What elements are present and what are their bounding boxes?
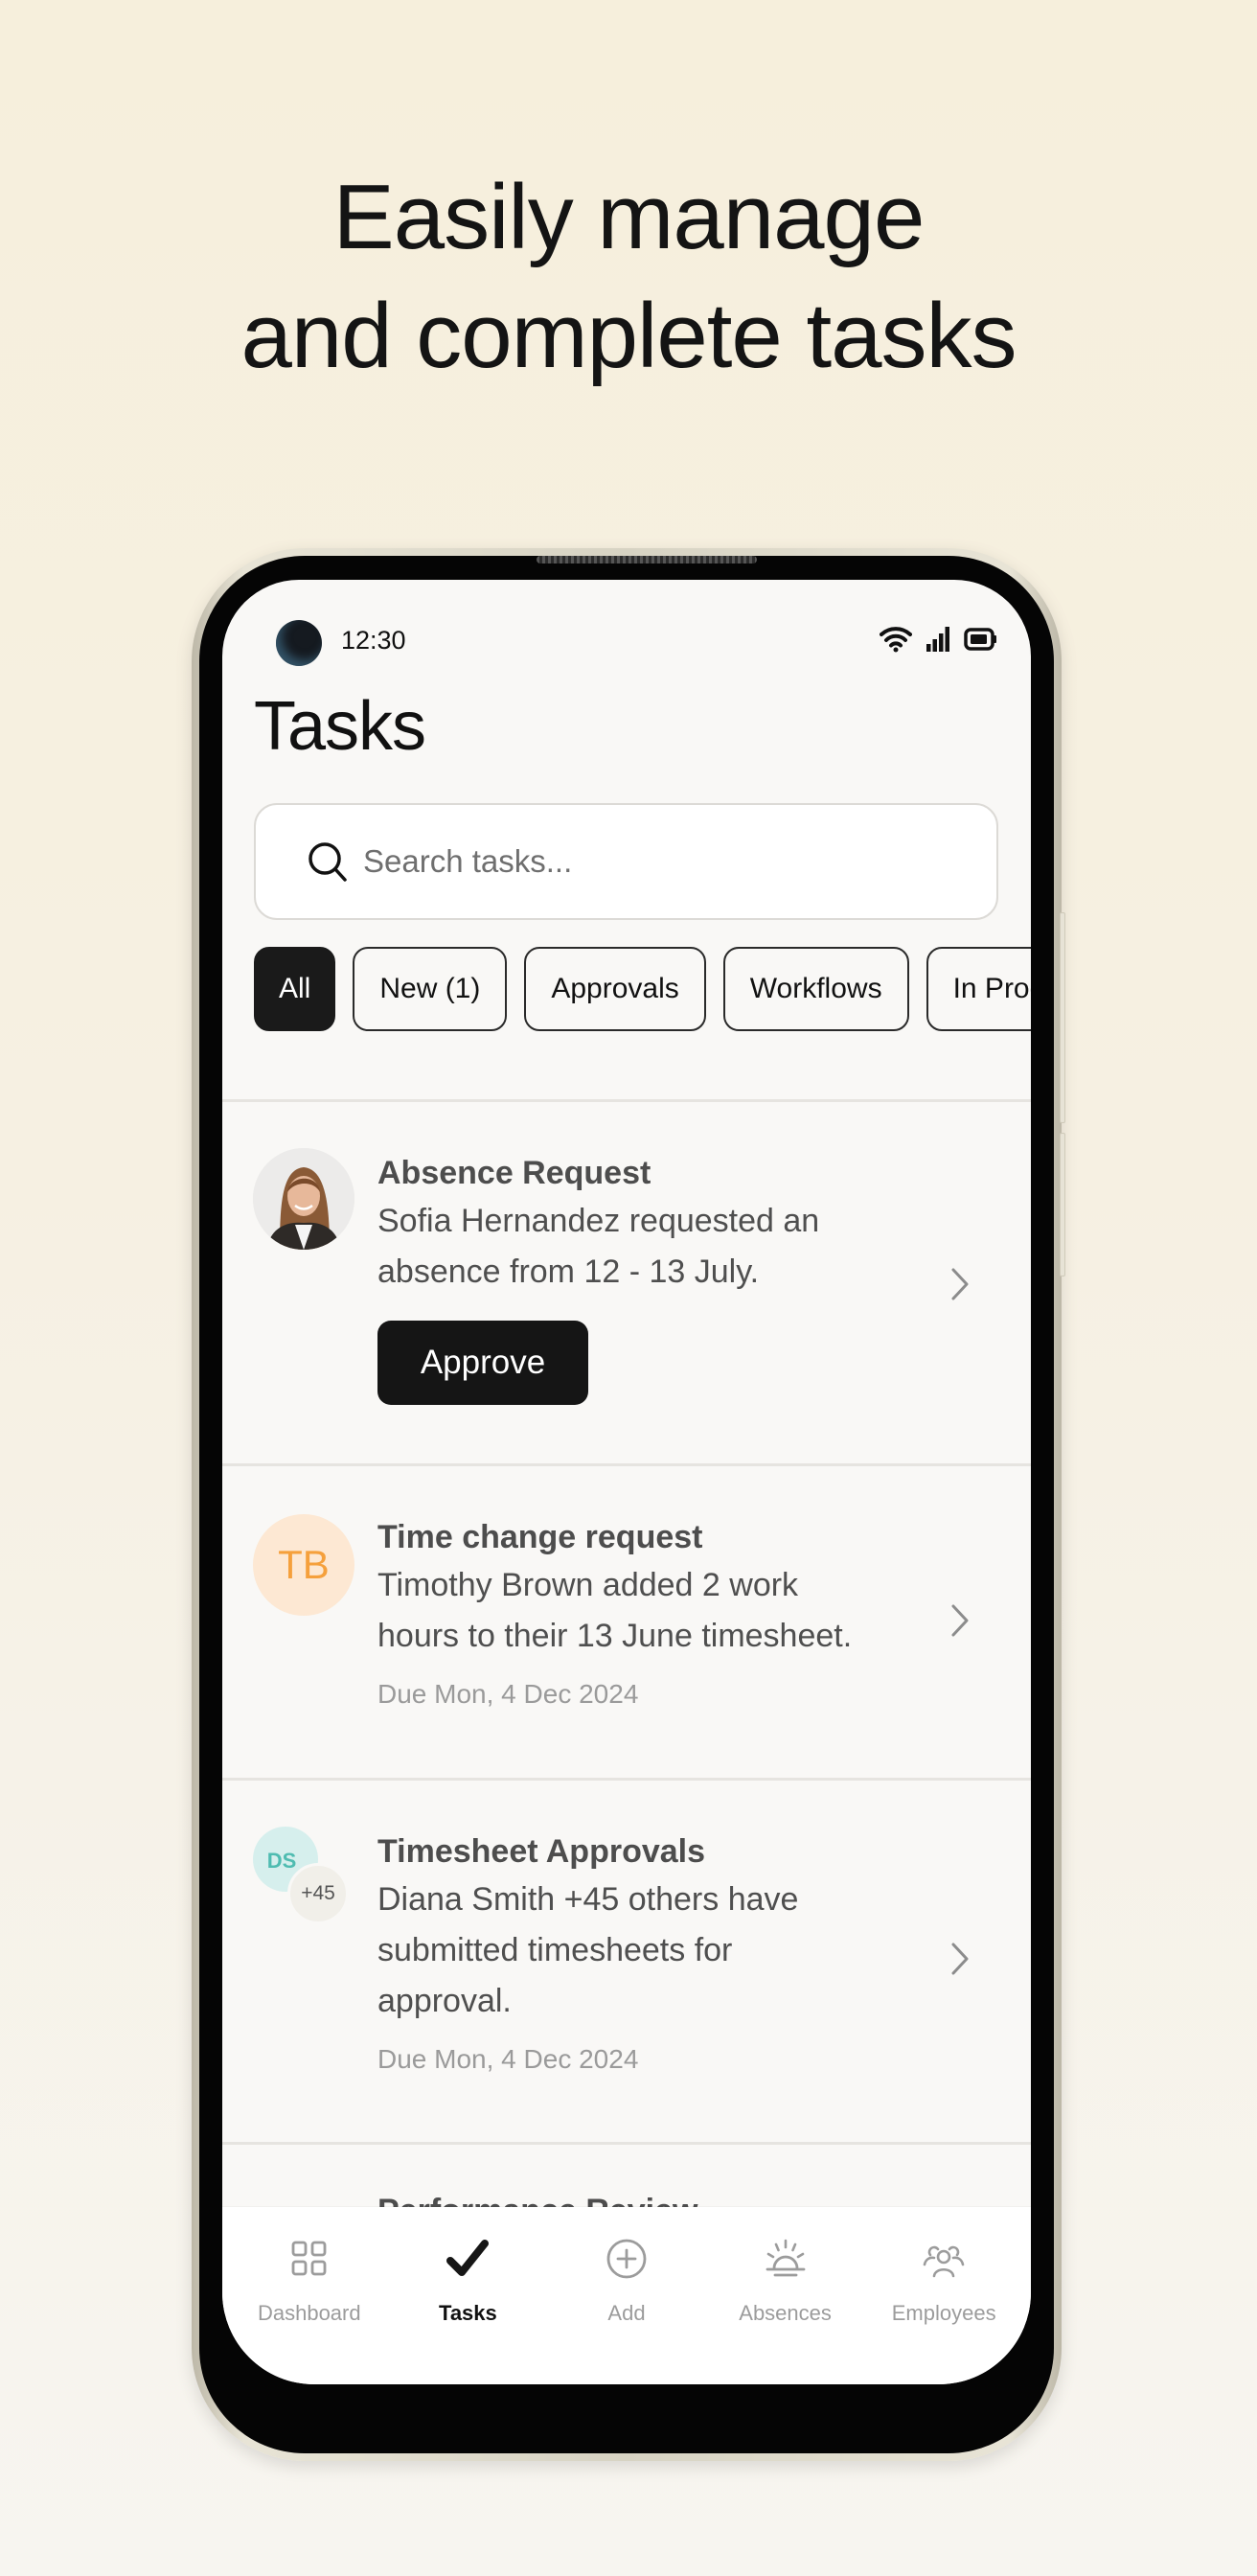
nav-label: Tasks <box>439 2301 497 2325</box>
sunrise-icon <box>766 2239 805 2277</box>
task-title: Timesheet Approvals <box>377 1833 706 1870</box>
task-description-line: Diana Smith +45 others have <box>377 1881 799 1918</box>
nav-item-employees[interactable]: Employees <box>864 2207 1023 2384</box>
task-description-line: Timothy Brown added 2 work <box>377 1567 799 1603</box>
filter-chip-workflows[interactable]: Workflows <box>722 947 909 1031</box>
task-description-line: Sofia Hernandez requested an <box>377 1203 820 1239</box>
nav-item-tasks[interactable]: Tasks <box>389 2207 548 2384</box>
status-time: 12:30 <box>341 626 406 655</box>
chevron-right-icon[interactable] <box>948 1265 971 1303</box>
status-icons <box>880 626 998 653</box>
headline-line-2: and complete tasks <box>240 285 1017 387</box>
volume-button <box>1060 912 1065 1123</box>
plus-circle-icon <box>606 2239 647 2279</box>
avatar: TB <box>253 1514 354 1616</box>
task-description-line: approval. <box>377 1983 512 2019</box>
chevron-right-icon[interactable] <box>948 1601 971 1640</box>
task-description-line: submitted timesheets for <box>377 1932 733 1968</box>
task-title: Time change request <box>377 1519 703 1555</box>
filter-chip-in-progress[interactable]: In Progress <box>926 947 1031 1031</box>
task-description: Timothy Brown added 2 work hours to thei… <box>377 1560 926 1662</box>
avatar-photo-sofia-hernandez <box>253 1148 354 1250</box>
chevron-right-icon[interactable] <box>948 1940 971 1978</box>
people-icon <box>923 2245 965 2278</box>
search-icon <box>309 842 347 882</box>
avatar-count-extra: +45 <box>287 1863 349 1924</box>
task-description: Diana Smith +45 others have submitted ti… <box>377 1874 926 2027</box>
task-title: Absence Request <box>377 1155 651 1191</box>
grid-icon <box>291 2241 327 2276</box>
headline-line-1: Easily manage <box>332 166 926 268</box>
search-box[interactable] <box>254 803 998 920</box>
task-item-time-change-request[interactable]: TB Time change request Timothy Brown add… <box>222 1466 1031 1778</box>
avatar-initials-tb: TB <box>253 1514 354 1616</box>
nav-label: Absences <box>739 2301 832 2325</box>
phone-screen: 12:30 Tasks Search tasks... All New (1) … <box>222 580 1031 2384</box>
front-camera <box>276 620 322 666</box>
nav-label: Add <box>607 2301 646 2325</box>
approve-button[interactable]: Approve <box>377 1321 588 1405</box>
task-description-line: hours to their 13 June timesheet. <box>377 1618 853 1654</box>
filter-chip-approvals[interactable]: Approvals <box>524 947 706 1031</box>
bottom-navigation: Dashboard Tasks Add Absences Employees <box>222 2207 1031 2384</box>
task-item-absence-request[interactable]: Absence Request Sofia Hernandez requeste… <box>222 1102 1031 1463</box>
battery-icon <box>964 628 996 651</box>
avatar <box>253 1148 354 1250</box>
search-input[interactable] <box>363 843 957 880</box>
signal-icon <box>926 627 949 652</box>
task-due-date: Due Mon, 4 Dec 2024 <box>377 2044 639 2074</box>
filter-chips: All New (1) Approvals Workflows In Progr… <box>254 947 1031 1031</box>
task-item-timesheet-approvals[interactable]: DS +45 Timesheet Approvals Diana Smith +… <box>222 1781 1031 2142</box>
filter-chip-all[interactable]: All <box>254 947 336 1031</box>
task-due-date: Due Mon, 4 Dec 2024 <box>377 1679 639 1709</box>
avatar-stack: DS +45 <box>253 1827 358 1932</box>
task-description: Sofia Hernandez requested an absence fro… <box>377 1196 926 1298</box>
nav-label: Dashboard <box>257 2301 361 2325</box>
power-button <box>1060 1133 1065 1276</box>
wifi-icon <box>880 627 912 653</box>
nav-label: Employees <box>891 2301 996 2325</box>
status-bar: 12:30 <box>222 610 1031 668</box>
nav-item-dashboard[interactable]: Dashboard <box>230 2207 389 2384</box>
task-list: Absence Request Sofia Hernandez requeste… <box>222 1099 1031 2336</box>
speaker-grille <box>537 556 757 564</box>
task-description-line: absence from 12 - 13 July. <box>377 1254 760 1290</box>
marketing-headline: Easily manage and complete tasks <box>0 158 1257 396</box>
nav-item-absences[interactable]: Absences <box>706 2207 865 2384</box>
checkmark-icon <box>446 2240 490 2276</box>
page-title: Tasks <box>254 688 426 765</box>
filter-chip-new[interactable]: New (1) <box>353 947 508 1031</box>
nav-item-add[interactable]: Add <box>547 2207 706 2384</box>
